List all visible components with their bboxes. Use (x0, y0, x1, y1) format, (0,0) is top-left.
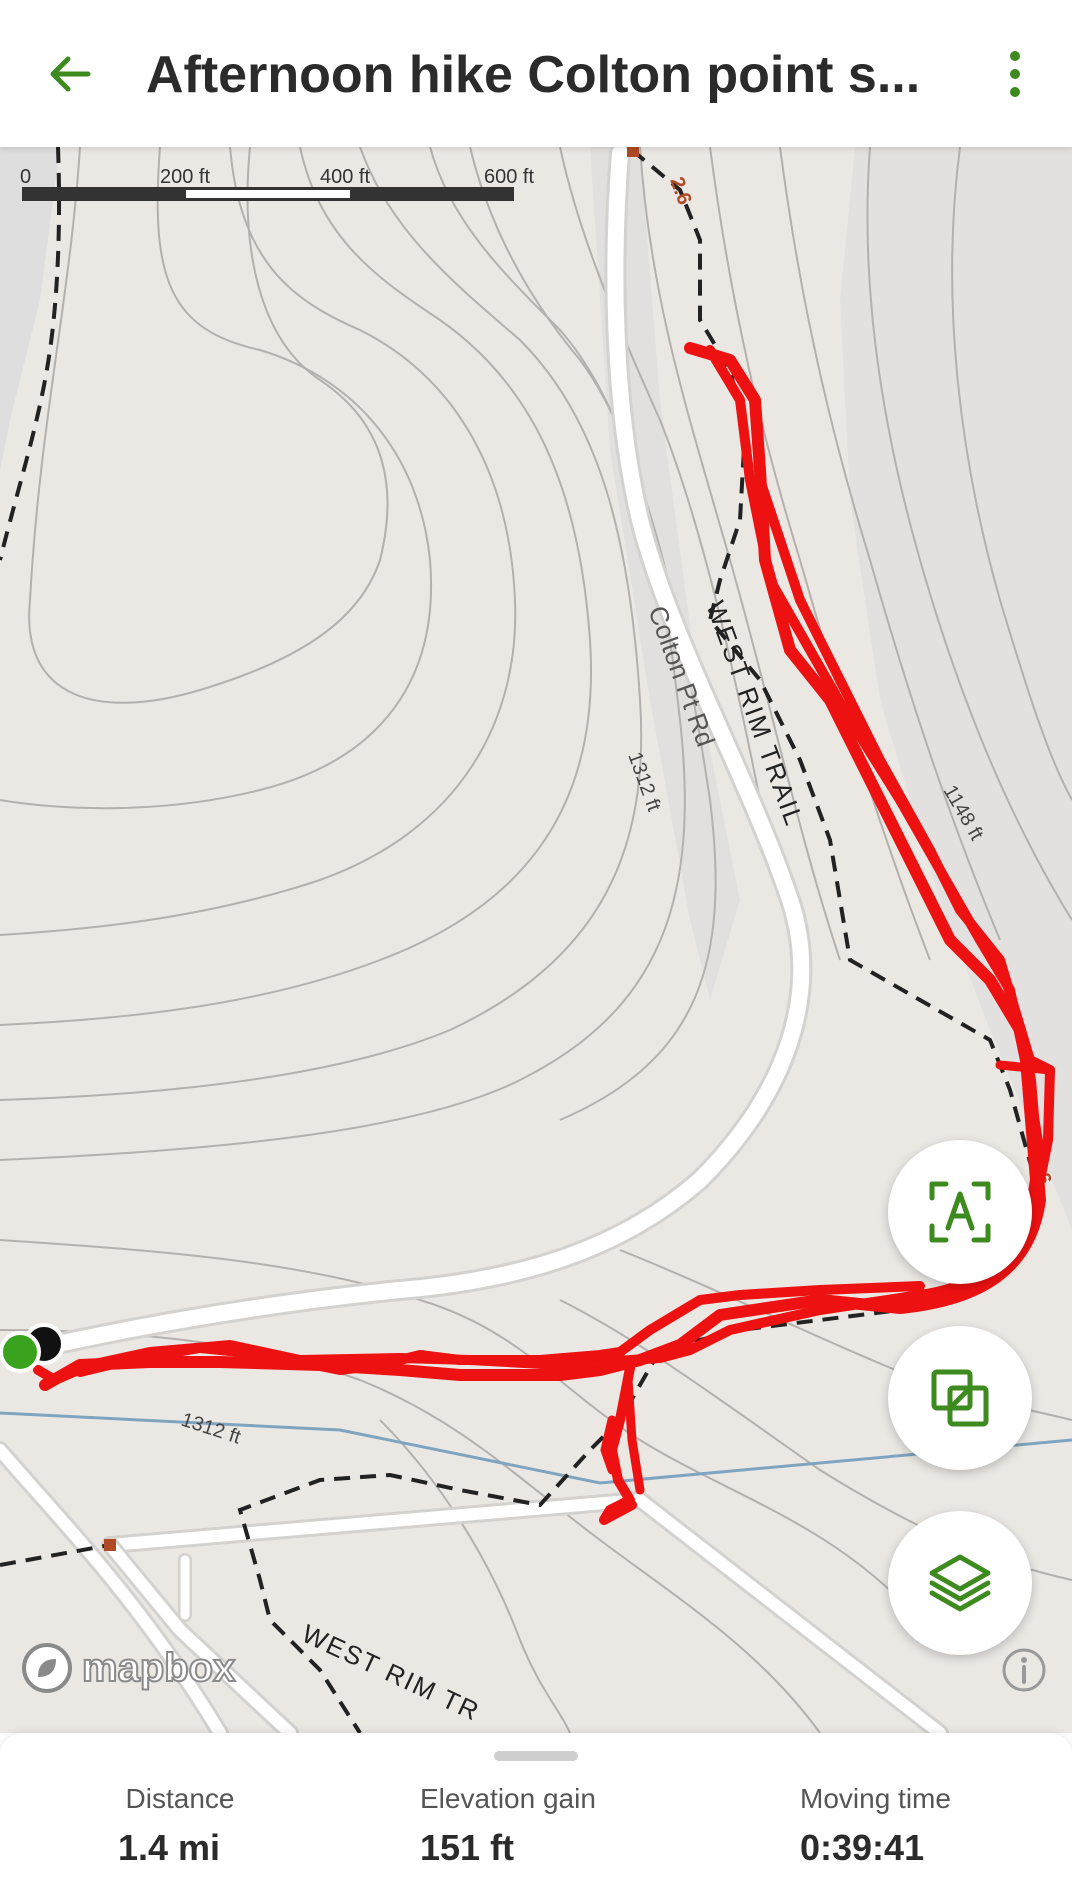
more-vertical-icon (1010, 51, 1020, 97)
recenter-button[interactable] (888, 1140, 1032, 1284)
stat-label: Moving time (800, 1783, 951, 1814)
start-marker (0, 1331, 41, 1373)
trail-label: WEST RIM TR (297, 1618, 485, 1727)
scale-label: 600 ft (484, 166, 534, 188)
scale-label: 0 (20, 166, 31, 188)
map-info-button[interactable] (1000, 1646, 1048, 1694)
trail-marker-square (104, 1539, 116, 1551)
contour-label: 1312 ft (623, 749, 665, 814)
layers-icon (929, 1554, 991, 1612)
sheet-drag-handle[interactable] (494, 1751, 578, 1761)
map-view[interactable]: 2.6 2.6 Colton Pt Rd WEST RIM TRAIL WEST… (0, 147, 1072, 1733)
back-button[interactable] (40, 44, 100, 104)
stat-moving-time: Moving time 0:39:41 (800, 1783, 990, 1869)
scale-label: 400 ft (320, 166, 370, 188)
overlay-button[interactable] (888, 1326, 1032, 1470)
stat-label: Elevation gain (420, 1783, 596, 1814)
more-options-button[interactable] (992, 44, 1038, 104)
trail-marker-square (627, 147, 639, 157)
stat-elevation-gain: Elevation gain 151 ft (420, 1783, 660, 1869)
recenter-a-icon (929, 1181, 991, 1243)
stats-bottom-sheet[interactable]: Distance 1.4 mi Elevation gain 151 ft Mo… (0, 1733, 1072, 1900)
stat-distance: Distance 1.4 mi (60, 1783, 300, 1869)
mapbox-attribution[interactable]: mapbox (20, 1640, 236, 1696)
overlay-squares-icon (931, 1369, 989, 1427)
mapbox-logo-icon (22, 1643, 72, 1693)
info-icon (1002, 1648, 1046, 1692)
stat-value: 0:39:41 (800, 1827, 925, 1868)
layers-button[interactable] (888, 1511, 1032, 1655)
trail-marker-label: 2.6 (665, 174, 695, 208)
stat-value: 1.4 mi (118, 1827, 221, 1868)
arrow-left-icon (50, 56, 91, 92)
app-header: Afternoon hike Colton point s... (0, 0, 1072, 147)
roads (0, 147, 949, 1733)
stat-label: Distance (125, 1783, 235, 1814)
terrain-shading (0, 147, 1072, 1230)
stat-value: 151 ft (420, 1827, 515, 1868)
mapbox-wordmark: mapbox (81, 1645, 236, 1691)
page-title: Afternoon hike Colton point s... (146, 46, 921, 104)
scale-bar: 0 200 ft 400 ft 600 ft (20, 166, 534, 201)
contour-label: 1312 ft (178, 1409, 243, 1449)
scale-label: 200 ft (160, 166, 210, 188)
map-canvas[interactable]: 2.6 2.6 Colton Pt Rd WEST RIM TRAIL WEST… (0, 147, 1072, 1733)
